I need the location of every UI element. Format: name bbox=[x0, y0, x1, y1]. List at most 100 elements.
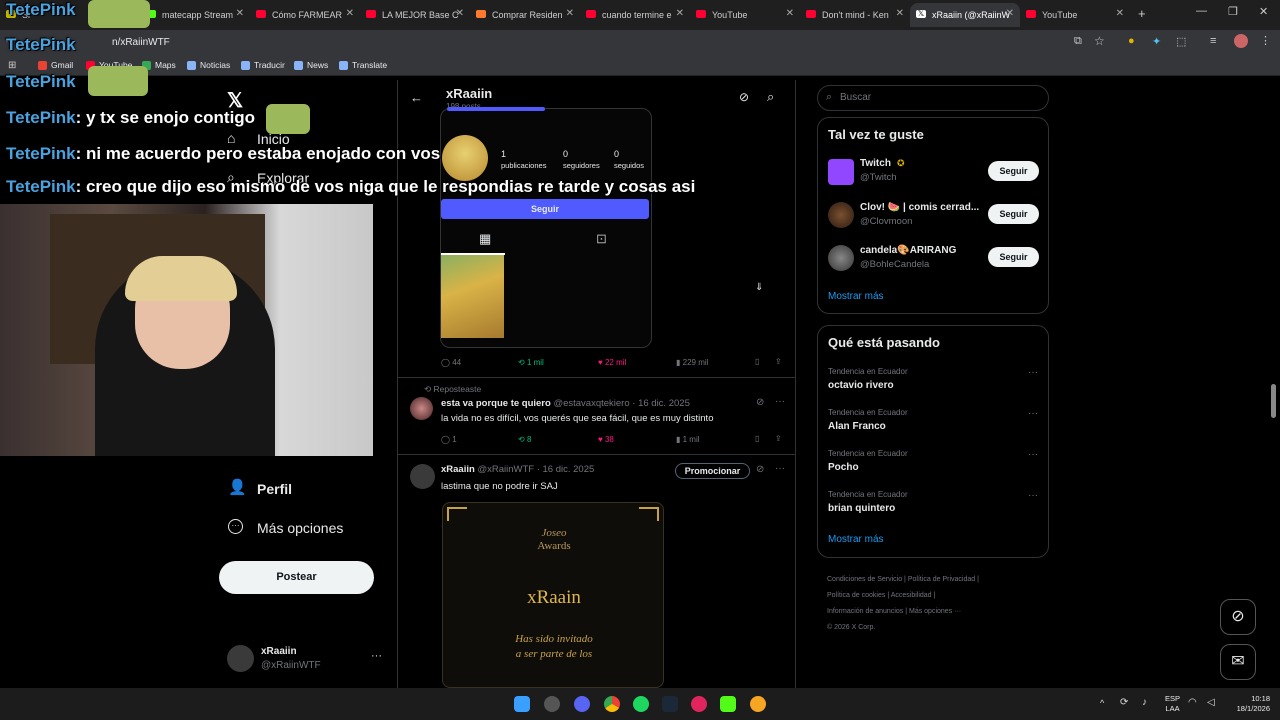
search-input[interactable]: Buscar bbox=[817, 85, 1049, 111]
bookmark-gmail[interactable]: Gmail bbox=[38, 60, 73, 70]
nav-perfil[interactable]: Perfil bbox=[257, 481, 292, 497]
trend-item[interactable]: Tendencia en Ecuador Pocho ··· bbox=[818, 446, 1048, 486]
windows-start-icon[interactable] bbox=[514, 696, 530, 712]
author-avatar[interactable] bbox=[410, 397, 433, 420]
close-window-icon[interactable]: ✕ bbox=[1259, 5, 1268, 18]
grok-icon[interactable]: ⊘ bbox=[756, 397, 764, 408]
footer-link[interactable]: Información de anuncios bbox=[827, 608, 903, 615]
suggestion-name[interactable]: Twitch bbox=[860, 158, 891, 169]
browser-menu-icon[interactable]: ⋮ bbox=[1260, 34, 1271, 47]
nav-mas-opciones[interactable]: Más opciones bbox=[257, 520, 343, 536]
maximize-icon[interactable]: ❐ bbox=[1228, 5, 1238, 18]
close-icon[interactable]: ✕ bbox=[1006, 8, 1014, 19]
profile-avatar[interactable] bbox=[1234, 34, 1248, 48]
bookmark-traducir[interactable]: Traducir bbox=[241, 60, 285, 70]
suggestion-name[interactable]: Clov! 🍉 | comis cerrad... bbox=[860, 202, 980, 213]
tab-5[interactable]: Comprar Residen ✕ bbox=[470, 3, 580, 27]
author-name[interactable]: esta va porque te quiero bbox=[441, 398, 551, 409]
like-stat[interactable]: ♥ 38 bbox=[598, 435, 614, 444]
app-icon[interactable] bbox=[691, 696, 707, 712]
views-stat[interactable]: ▮ 1 mil bbox=[676, 435, 700, 444]
author-name[interactable]: xRaaiin bbox=[441, 464, 475, 475]
author-avatar[interactable] bbox=[410, 464, 435, 489]
trend-item[interactable]: Tendencia en Ecuador octavio rivero ··· bbox=[818, 364, 1048, 404]
bookmark-noticias[interactable]: Noticias bbox=[187, 60, 230, 70]
follow-button-candela[interactable]: Seguir bbox=[988, 247, 1039, 267]
like-stat[interactable]: ♥ 22 mil bbox=[598, 358, 626, 367]
reply-stat[interactable]: ◯ 44 bbox=[441, 358, 461, 367]
tab-2[interactable]: matecapp Stream ✕ bbox=[140, 3, 250, 27]
grok-icon[interactable]: ⊘ bbox=[739, 90, 749, 104]
candela-avatar[interactable] bbox=[828, 245, 854, 271]
grok-fab-icon[interactable]: ⊘ bbox=[1220, 599, 1256, 635]
close-icon[interactable]: ✕ bbox=[236, 8, 244, 19]
close-icon[interactable]: ✕ bbox=[1116, 8, 1124, 19]
trend-item[interactable]: Tendencia en Ecuador brian quintero ··· bbox=[818, 487, 1048, 527]
views-stat[interactable]: ▮ 229 mil bbox=[676, 358, 708, 367]
media-icon[interactable]: ≡ bbox=[1210, 35, 1216, 47]
trend-menu-icon[interactable]: ··· bbox=[1028, 490, 1038, 501]
author-handle[interactable]: @xRaiinWTF bbox=[477, 464, 534, 475]
grok-icon[interactable]: ⊘ bbox=[756, 464, 764, 475]
tab-3[interactable]: Cómo FARMEAR ✕ bbox=[250, 3, 360, 27]
scrollbar-thumb[interactable] bbox=[1271, 384, 1276, 418]
tray-chevron-icon[interactable]: ^ bbox=[1100, 698, 1104, 708]
search-icon[interactable]: ⌕ bbox=[767, 89, 774, 105]
author-handle[interactable]: @estavaxqtekiero bbox=[553, 398, 629, 409]
chrome-icon[interactable] bbox=[604, 696, 620, 712]
bookmark-icon[interactable]: ▯ bbox=[755, 357, 759, 366]
tab-7[interactable]: YouTube ✕ bbox=[690, 3, 800, 27]
post-image-instagram[interactable]: 1 publicaciones 0 seguidores 0 seguidos … bbox=[440, 107, 652, 348]
bookmark-star-icon[interactable]: ☆ bbox=[1094, 34, 1105, 48]
follow-button-clov[interactable]: Seguir bbox=[988, 204, 1039, 224]
close-icon[interactable]: ✕ bbox=[456, 8, 464, 19]
reply-stat[interactable]: ◯ 1 bbox=[441, 435, 457, 444]
install-app-icon[interactable]: ⧉ bbox=[1074, 35, 1082, 48]
volume-icon[interactable]: ◁ bbox=[1207, 697, 1215, 708]
post-image-invitation[interactable]: Joseo Awards xRaain Has sido invitado a … bbox=[442, 502, 664, 688]
promote-button[interactable]: Promocionar bbox=[675, 463, 750, 479]
trend-menu-icon[interactable]: ··· bbox=[1028, 408, 1038, 419]
share-icon[interactable]: ⇪ bbox=[775, 357, 782, 366]
apps-grid-icon[interactable]: ⊞ bbox=[8, 60, 16, 71]
bookmark-news[interactable]: News bbox=[294, 60, 328, 70]
extension-icon[interactable]: ● bbox=[1128, 35, 1135, 47]
tab-10[interactable]: YouTube ✕ bbox=[1020, 3, 1130, 27]
post-menu-icon[interactable]: ··· bbox=[775, 463, 785, 474]
post-button[interactable]: Postear bbox=[219, 561, 374, 594]
repost-stat[interactable]: ⟲ 1 mil bbox=[518, 358, 544, 367]
suggestion-name[interactable]: candela🎨ARIRANG bbox=[860, 245, 956, 256]
close-icon[interactable]: ✕ bbox=[676, 8, 684, 19]
minimize-icon[interactable]: — bbox=[1196, 5, 1207, 17]
repost-stat[interactable]: ⟲ 8 bbox=[518, 435, 531, 444]
download-icon[interactable]: ⇓ bbox=[755, 282, 763, 293]
messages-fab-icon[interactable]: ✉ bbox=[1220, 644, 1256, 680]
footer-link[interactable]: Política de Privacidad bbox=[908, 576, 975, 583]
clock[interactable]: 10:18 18/1/2026 bbox=[1228, 694, 1270, 714]
share-icon[interactable]: ⇪ bbox=[775, 434, 782, 443]
app-icon[interactable] bbox=[750, 696, 766, 712]
twitch-avatar[interactable] bbox=[828, 159, 854, 185]
steam-icon[interactable] bbox=[662, 696, 678, 712]
app-icon[interactable] bbox=[544, 696, 560, 712]
show-more-link[interactable]: Mostrar más bbox=[828, 534, 884, 545]
tab-9-active[interactable]: 𝕏xRaaiin (@xRaiinW ✕ bbox=[910, 3, 1020, 27]
language-indicator[interactable]: ESP LAA bbox=[1165, 694, 1180, 714]
tab-6[interactable]: cuando termine e ✕ bbox=[580, 3, 690, 27]
post-date[interactable]: · 16 dic. 2025 bbox=[632, 398, 690, 409]
close-icon[interactable]: ✕ bbox=[896, 8, 904, 19]
extension-icon[interactable]: ✦ bbox=[1152, 35, 1161, 48]
trend-menu-icon[interactable]: ··· bbox=[1028, 367, 1038, 378]
spotify-icon[interactable] bbox=[633, 696, 649, 712]
trend-item[interactable]: Tendencia en Ecuador Alan Franco ··· bbox=[818, 405, 1048, 445]
trend-menu-icon[interactable]: ··· bbox=[1028, 449, 1038, 460]
wifi-icon[interactable]: ◠ bbox=[1188, 697, 1197, 708]
post-date[interactable]: · 16 dic. 2025 bbox=[537, 464, 595, 475]
new-tab-icon[interactable]: + bbox=[1138, 6, 1146, 21]
mic-icon[interactable]: ♪ bbox=[1142, 697, 1147, 708]
post-menu-icon[interactable]: ··· bbox=[775, 396, 785, 407]
discord-icon[interactable] bbox=[574, 696, 590, 712]
bookmark-icon[interactable]: ▯ bbox=[755, 434, 759, 443]
clov-avatar[interactable] bbox=[828, 202, 854, 228]
account-menu-icon[interactable]: ··· bbox=[371, 650, 382, 662]
